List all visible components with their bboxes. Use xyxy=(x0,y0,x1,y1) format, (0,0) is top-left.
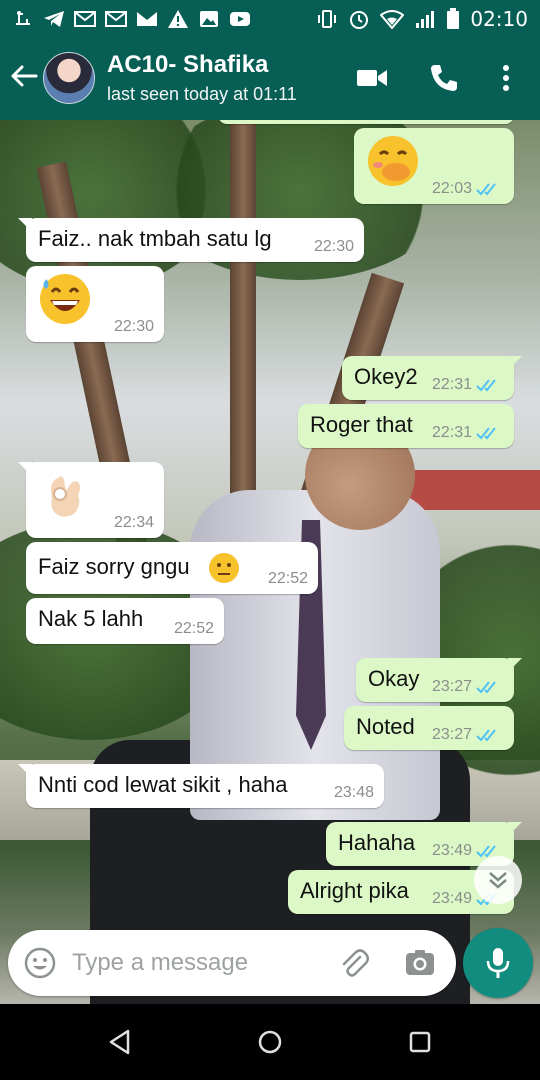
read-receipt-icon xyxy=(476,681,496,694)
navigation-bar xyxy=(0,1004,540,1080)
message-time: 23:27 xyxy=(431,678,472,695)
message-bubble-incoming[interactable]: Faiz sorry gngu 22:52 xyxy=(26,542,318,594)
message-time: 22:34 xyxy=(113,514,154,531)
telegram-icon xyxy=(43,9,65,29)
ok-hand-emoji xyxy=(50,476,80,517)
read-receipt-icon xyxy=(476,729,496,742)
message-bubble-outgoing[interactable]: Roger that 22:31 xyxy=(298,404,514,448)
voice-record-button[interactable] xyxy=(463,928,533,998)
read-receipt-icon xyxy=(476,183,496,196)
message-bubble-outgoing[interactable]: Noted 23:27 xyxy=(344,706,514,750)
message-time: 22:31 xyxy=(431,424,472,441)
video-call-icon[interactable] xyxy=(356,62,388,94)
read-receipt-icon xyxy=(476,427,496,440)
voice-call-icon[interactable] xyxy=(428,62,460,94)
gmail-icon xyxy=(105,9,127,29)
message-bubble-incoming[interactable]: 22:30 xyxy=(26,266,164,342)
message-bubble-incoming[interactable]: Faiz.. nak tmbah satu lg 22:30 xyxy=(18,218,364,262)
vibrate-icon xyxy=(318,10,337,28)
gmail-icon xyxy=(136,9,158,29)
message-text: Roger that xyxy=(310,412,413,437)
message-input[interactable] xyxy=(72,944,322,982)
back-arrow-icon[interactable] xyxy=(10,62,38,90)
notification-icons xyxy=(12,9,251,29)
status-bar: 02:10 xyxy=(0,0,540,38)
gmail-icon xyxy=(74,9,96,29)
message-text: Nnti cod lewat sikit , haha xyxy=(38,772,288,797)
wifi-icon xyxy=(380,10,405,29)
message-time: 22:30 xyxy=(113,318,154,335)
message-bubble-outgoing[interactable]: Okay 23:27 xyxy=(356,658,522,702)
signal-icon xyxy=(416,11,435,28)
message-time: 22:52 xyxy=(267,570,308,587)
chat-header: AC10- Shafika last seen today at 01:11 xyxy=(0,38,540,120)
chat-area[interactable]: 22:03 Faiz.. nak tmbah satu lg 22:30 22:… xyxy=(0,120,540,1004)
message-bubble-outgoing[interactable]: 22:03 xyxy=(354,128,514,204)
usb-icon xyxy=(12,9,34,29)
contact-info[interactable]: AC10- Shafika last seen today at 01:11 xyxy=(107,50,297,108)
nav-back-icon[interactable] xyxy=(106,1028,134,1056)
grinning-face-with-sweat-emoji xyxy=(40,274,90,324)
message-time: 23:49 xyxy=(431,890,472,907)
message-time: 23:27 xyxy=(431,726,472,743)
nav-home-icon[interactable] xyxy=(256,1028,284,1056)
scroll-to-bottom-button[interactable] xyxy=(474,856,522,904)
avatar[interactable] xyxy=(43,52,95,104)
message-time: 23:48 xyxy=(333,784,374,801)
message-bubble-outgoing[interactable]: Okey2 22:31 xyxy=(342,356,522,400)
message-bubble-incoming[interactable]: Nnti cod lewat sikit , haha 23:48 xyxy=(18,764,384,808)
neutral-face-emoji xyxy=(209,553,239,583)
message-bubble-incoming[interactable]: Nak 5 lahh 22:52 xyxy=(26,598,224,644)
message-text: Noted xyxy=(356,714,415,739)
more-options-icon[interactable] xyxy=(490,62,522,94)
battery-icon xyxy=(447,8,460,29)
message-text: Hahaha xyxy=(338,830,416,855)
message-text: Faiz sorry gngu xyxy=(38,554,190,579)
warning-icon xyxy=(167,9,189,29)
youtube-icon xyxy=(229,9,251,29)
emoji-icon[interactable] xyxy=(24,947,56,979)
message-composer xyxy=(8,930,456,996)
system-status: 02:10 xyxy=(316,7,528,31)
double-chevron-down-icon xyxy=(489,872,507,889)
message-time: 22:31 xyxy=(431,376,472,393)
mic-icon xyxy=(486,948,510,978)
message-text: Okey2 xyxy=(354,364,418,389)
image-icon xyxy=(198,9,220,29)
message-time: 23:49 xyxy=(431,842,472,859)
message-time: 22:03 xyxy=(431,180,472,197)
face-with-hand-over-mouth-emoji xyxy=(368,136,418,186)
attach-icon[interactable] xyxy=(338,947,370,979)
message-text: Faiz.. nak tmbah satu lg xyxy=(38,226,272,251)
contact-last-seen: last seen today at 01:11 xyxy=(107,84,297,104)
contact-name: AC10- Shafika xyxy=(107,51,269,78)
message-bubble-incoming[interactable]: 22:34 xyxy=(18,462,164,538)
camera-icon[interactable] xyxy=(404,947,436,979)
message-time: 22:52 xyxy=(173,620,214,637)
clock: 02:10 xyxy=(470,7,528,31)
alarm-icon xyxy=(350,11,369,29)
nav-recents-icon[interactable] xyxy=(406,1028,434,1056)
message-text: Okay xyxy=(368,666,420,691)
read-receipt-icon xyxy=(476,379,496,392)
message-bubble-partial xyxy=(218,120,514,124)
message-text: Alright pika xyxy=(300,878,409,903)
message-time: 22:30 xyxy=(313,238,354,255)
message-text: Nak 5 lahh xyxy=(38,606,144,631)
